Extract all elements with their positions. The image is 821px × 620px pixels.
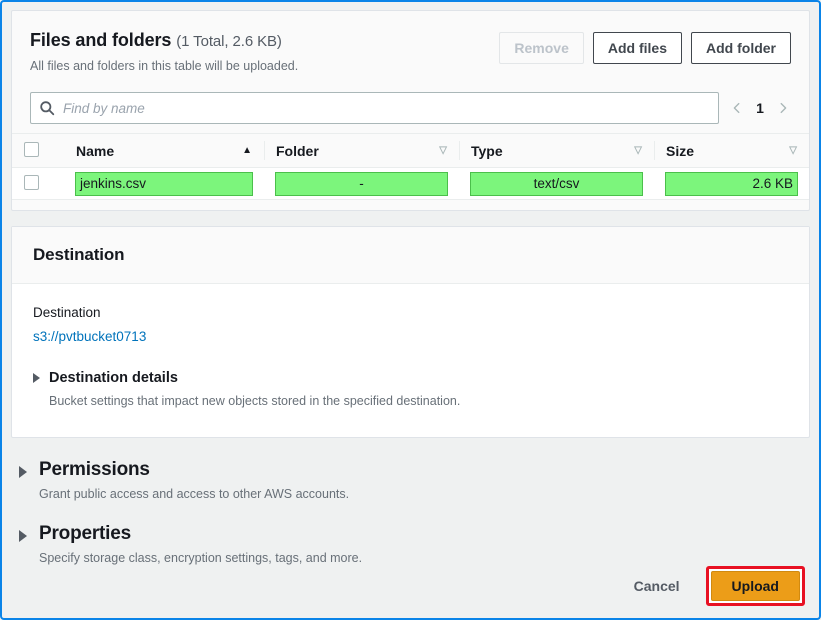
properties-expand-icon[interactable]	[19, 530, 27, 542]
add-folder-button[interactable]: Add folder	[691, 32, 791, 64]
properties-section: Properties Specify storage class, encryp…	[11, 523, 810, 566]
pagination: 1	[729, 99, 791, 117]
files-and-folders-panel: Files and folders (1 Total, 2.6 KB) All …	[11, 10, 810, 211]
table-row[interactable]: jenkins.csv - text/csv 2.6 KB	[12, 168, 809, 200]
column-header-name-label: Name	[76, 143, 114, 159]
remove-button[interactable]: Remove	[499, 32, 583, 64]
sort-icon-type[interactable]: ▽	[634, 146, 642, 156]
cell-size: 2.6 KB	[654, 168, 809, 200]
properties-title[interactable]: Properties	[39, 523, 362, 545]
row-select-cell	[12, 168, 64, 200]
sort-icon-folder[interactable]: ▽	[439, 146, 447, 156]
destination-bucket-link[interactable]: s3://pvtbucket0713	[33, 329, 146, 344]
files-panel-title: Files and folders (1 Total, 2.6 KB)	[30, 29, 298, 53]
destination-field-label: Destination	[33, 304, 788, 322]
destination-panel-header: Destination	[12, 227, 809, 284]
column-header-type[interactable]: Type ▽	[459, 134, 654, 168]
add-files-button[interactable]: Add files	[593, 32, 682, 64]
column-header-type-label: Type	[471, 143, 503, 159]
search-box[interactable]	[30, 92, 719, 124]
form-footer: Cancel Upload	[624, 566, 805, 606]
column-header-folder-label: Folder	[276, 143, 319, 159]
chevron-left-icon[interactable]	[729, 99, 745, 117]
properties-description: Specify storage class, encryption settin…	[39, 550, 362, 566]
destination-panel-body: Destination s3://pvtbucket0713 Destinati…	[12, 284, 809, 409]
search-input[interactable]	[61, 100, 710, 117]
upload-button[interactable]: Upload	[711, 571, 800, 601]
column-header-size-label: Size	[666, 143, 694, 159]
column-header-folder[interactable]: Folder ▽	[264, 134, 459, 168]
permissions-section: Permissions Grant public access and acce…	[11, 459, 810, 502]
search-icon	[39, 100, 55, 116]
chevron-right-collapsed-icon[interactable]	[33, 373, 40, 383]
cell-name: jenkins.csv	[64, 168, 264, 200]
files-panel-header: Files and folders (1 Total, 2.6 KB) All …	[12, 11, 809, 83]
cell-folder: -	[264, 168, 459, 200]
destination-details-title[interactable]: Destination details	[49, 369, 460, 387]
files-panel-actions: Remove Add files Add folder	[499, 25, 791, 64]
sort-icon-size[interactable]: ▽	[789, 146, 797, 156]
destination-details-expander: Destination details Bucket settings that…	[33, 369, 788, 409]
cancel-button[interactable]: Cancel	[624, 572, 690, 600]
upload-page: Files and folders (1 Total, 2.6 KB) All …	[2, 2, 819, 618]
select-all-checkbox[interactable]	[24, 142, 39, 157]
chevron-right-icon[interactable]	[775, 99, 791, 117]
sort-ascending-icon[interactable]: ▲	[242, 146, 252, 156]
destination-panel: Destination Destination s3://pvtbucket07…	[11, 226, 810, 438]
permissions-expand-icon[interactable]	[19, 466, 27, 478]
file-size-highlight: 2.6 KB	[666, 173, 797, 195]
file-folder-highlight: -	[276, 173, 447, 195]
files-table-head: Name ▲ Folder ▽ Type ▽	[12, 134, 809, 168]
files-table: Name ▲ Folder ▽ Type ▽	[12, 133, 809, 200]
file-type-highlight: text/csv	[471, 173, 642, 195]
files-panel-count: (1 Total, 2.6 KB)	[176, 33, 282, 50]
files-panel-title-text: Files and folders	[30, 30, 171, 50]
column-header-size[interactable]: Size ▽	[654, 134, 809, 168]
upload-button-annotation-box: Upload	[706, 566, 805, 606]
files-table-body: jenkins.csv - text/csv 2.6 KB	[12, 168, 809, 200]
destination-details-description: Bucket settings that impact new objects …	[49, 393, 460, 409]
files-search-row: 1	[12, 83, 809, 133]
column-header-name[interactable]: Name ▲	[64, 134, 264, 168]
page-number-1[interactable]: 1	[754, 100, 766, 116]
files-panel-header-text: Files and folders (1 Total, 2.6 KB) All …	[30, 25, 298, 74]
permissions-description: Grant public access and access to other …	[39, 486, 349, 502]
destination-heading: Destination	[33, 245, 124, 265]
select-all-header	[12, 134, 64, 168]
cell-type: text/csv	[459, 168, 654, 200]
row-checkbox[interactable]	[24, 175, 39, 190]
permissions-title[interactable]: Permissions	[39, 459, 349, 481]
table-header-row: Name ▲ Folder ▽ Type ▽	[12, 134, 809, 168]
browser-viewport: Files and folders (1 Total, 2.6 KB) All …	[0, 0, 821, 620]
files-panel-subtitle: All files and folders in this table will…	[30, 58, 298, 74]
file-name-highlight: jenkins.csv	[76, 173, 252, 195]
